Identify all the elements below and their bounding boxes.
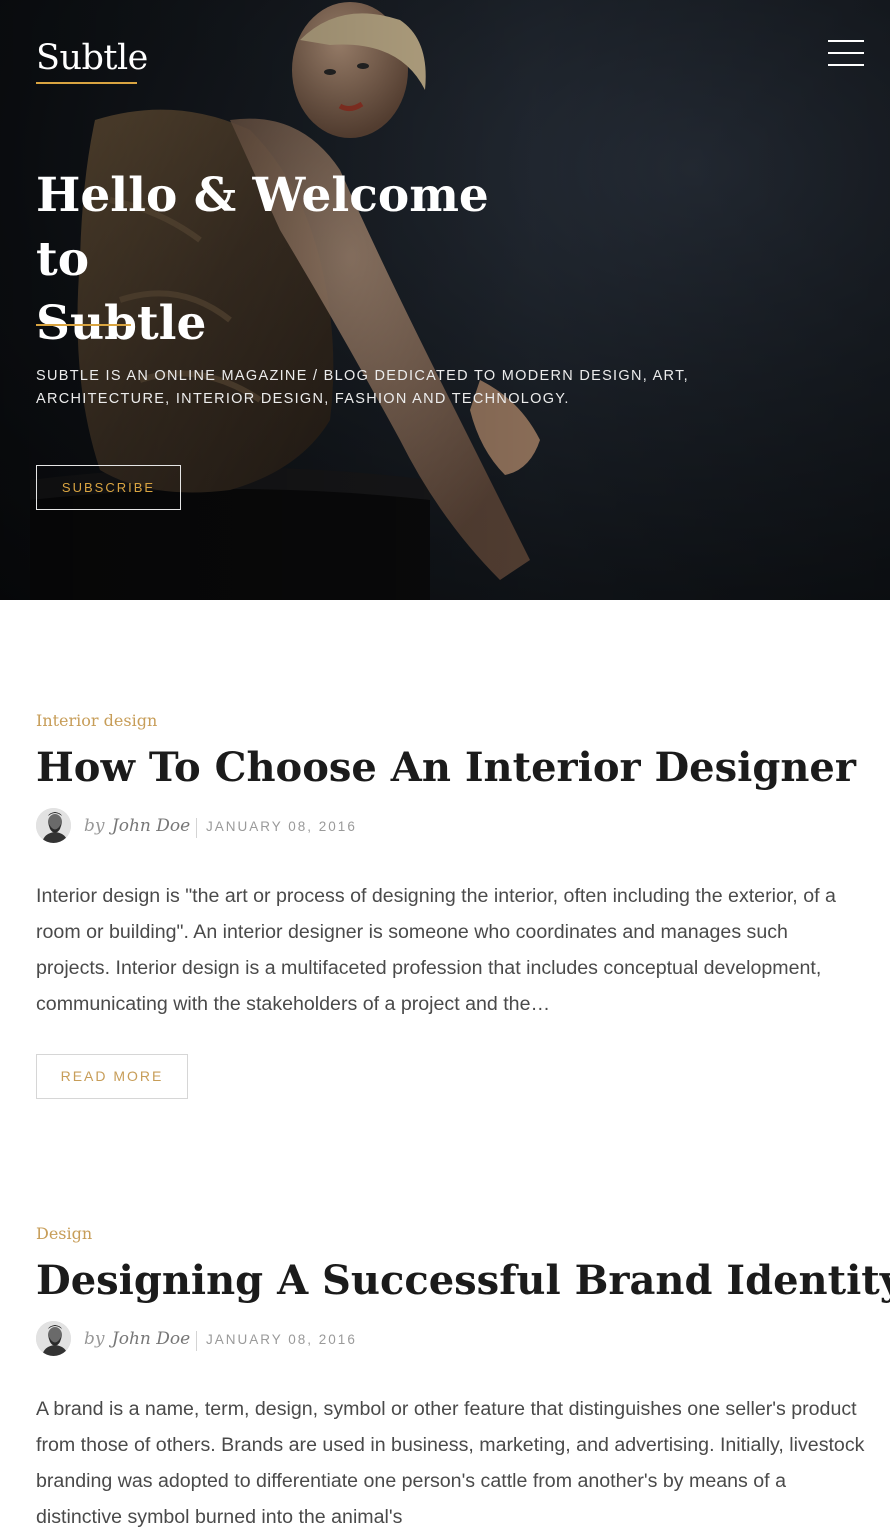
menu-bar [828, 40, 864, 42]
avatar [36, 808, 71, 843]
post-excerpt: Interior design is "the art or process o… [36, 885, 836, 1015]
read-more-button[interactable]: READ MORE [36, 1054, 188, 1099]
hero-section: Subtle Hello & Welcome to Subtle Subtle … [0, 0, 890, 600]
hamburger-menu-icon[interactable] [826, 38, 866, 70]
post-category[interactable]: Interior design [36, 710, 157, 732]
hero-description: Subtle is an online magazine / blog dedi… [36, 368, 689, 407]
post-category[interactable]: Design [36, 1223, 92, 1245]
hero-divider [36, 324, 131, 326]
post-meta: by John Doe JANUARY 08, 2016 [36, 1319, 636, 1359]
post-author: by John Doe [84, 814, 190, 838]
subscribe-button[interactable]: SUBSCRIBE [36, 465, 181, 510]
avatar [36, 1321, 71, 1356]
avatar-image [36, 1321, 71, 1356]
hero-title-line1: Hello & Welcome to [36, 168, 489, 287]
author-name[interactable]: John Doe [112, 1329, 190, 1349]
menu-bar [828, 52, 864, 54]
post-date: JANUARY 08, 2016 [206, 1332, 357, 1347]
byline-prefix: by [84, 816, 105, 836]
post-meta: by John Doe JANUARY 08, 2016 [36, 806, 636, 846]
meta-divider [196, 818, 197, 838]
post-title[interactable]: How To Choose An Interior Designer [36, 740, 866, 796]
post-date: JANUARY 08, 2016 [206, 819, 357, 834]
post-excerpt: A brand is a name, term, design, symbol … [36, 1398, 865, 1528]
post-title[interactable]: Designing A Successful Brand Identity [36, 1253, 890, 1309]
menu-bar [828, 64, 864, 66]
avatar-image [36, 808, 71, 843]
author-name[interactable]: John Doe [112, 816, 190, 836]
site-logo[interactable]: Subtle [36, 36, 148, 80]
logo-underline [36, 82, 137, 84]
byline-prefix: by [84, 1329, 105, 1349]
post-author: by John Doe [84, 1327, 190, 1351]
meta-divider [196, 1331, 197, 1351]
hero-title: Hello & Welcome to Subtle [36, 164, 556, 356]
